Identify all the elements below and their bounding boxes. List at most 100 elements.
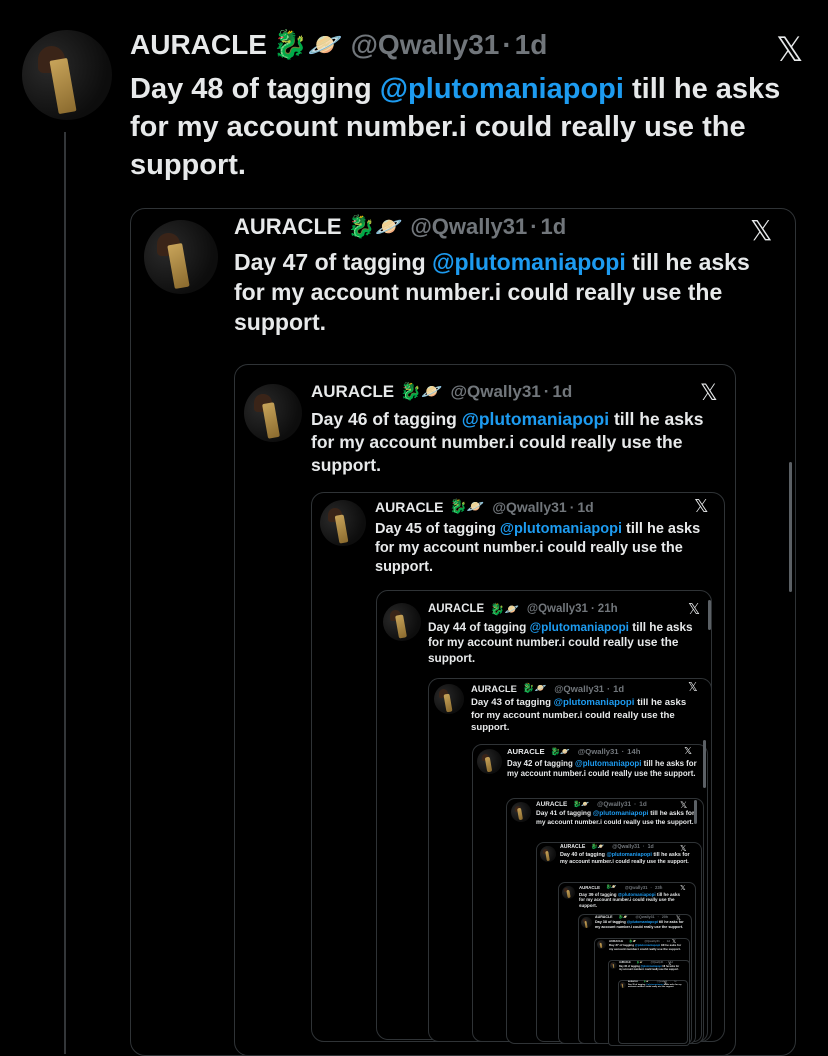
mention-link[interactable]: @plutomaniapopi (575, 759, 641, 768)
author-emoji: 🐉🪐 (606, 884, 617, 889)
author-handle[interactable]: @Qwally31 (410, 214, 527, 240)
avatar[interactable] (597, 940, 606, 949)
quoted-tweet: AURACLE 🐉🪐 @Qwally31 · 1d Day 35 of tagging @… (628, 981, 682, 989)
avatar[interactable] (144, 220, 218, 294)
quoted-tweet: AURACLE 🐉🪐 @Qwally31 · 1d Day 40 of tagging @… (560, 844, 690, 866)
author-handle[interactable]: @Qwally31 (612, 844, 640, 850)
quote-card[interactable] (618, 980, 688, 1044)
mention-link[interactable]: @plutomaniapopi (432, 249, 626, 275)
quoted-tweet: AURACLE 🐉🪐 @Qwally31 · 1d Day 43 of tagging @… (471, 682, 701, 735)
author-name[interactable]: AURACLE (628, 981, 638, 983)
author-name[interactable]: AURACLE (507, 747, 545, 756)
tweet-header: AURACLE 🐉🪐 @Qwally31 · 1d (311, 382, 711, 402)
x-logo-icon[interactable]: 𝕏 (694, 496, 709, 517)
text-before-mention: of tagging (469, 620, 527, 635)
avatar[interactable] (620, 982, 626, 988)
author-handle[interactable]: @Qwally31 (351, 29, 500, 61)
x-logo-icon[interactable]: 𝕏 (750, 214, 773, 247)
separator-dot: · (502, 28, 512, 60)
timestamp[interactable]: 1d (674, 981, 676, 983)
day-count: Day 48 (130, 73, 224, 106)
mention-link[interactable]: @plutomaniapopi (554, 697, 635, 708)
avatar[interactable] (244, 384, 302, 442)
author-name[interactable]: AURACLE (536, 801, 567, 808)
timestamp[interactable]: 14h (627, 747, 640, 756)
x-logo-icon[interactable]: 𝕏 (700, 380, 718, 406)
scrollbar-thumb[interactable] (694, 800, 697, 824)
author-name[interactable]: AURACLE (471, 683, 517, 694)
author-name[interactable]: AURACLE (311, 382, 394, 402)
quoted-tweet: AURACLE 🐉🪐 @Qwally31 · 1d Day 45 of tagging @… (375, 498, 705, 577)
author-name[interactable]: AURACLE (375, 499, 443, 515)
author-handle[interactable]: @Qwally31 (492, 499, 566, 515)
author-name[interactable]: AURACLE (595, 915, 613, 919)
author-name[interactable]: AURACLE (619, 961, 631, 964)
x-logo-icon[interactable]: 𝕏 (680, 884, 686, 892)
mention-link[interactable]: @plutomaniapopi (462, 409, 609, 429)
tweet-text: Day 39 of tagging @plutomaniapopi till h… (579, 892, 687, 910)
scrollbar-thumb[interactable] (789, 462, 792, 592)
author-handle[interactable]: @Qwally31 (636, 915, 655, 919)
scrollbar-thumb[interactable] (708, 600, 711, 630)
timestamp[interactable]: 21h (598, 603, 618, 615)
mention-link[interactable]: @plutomaniapopi (500, 521, 622, 537)
text-before-mention: of tagging (425, 521, 496, 538)
x-logo-icon[interactable]: 𝕏 (668, 961, 671, 966)
timestamp[interactable]: 23h (655, 885, 662, 890)
separator-dot: · (670, 981, 672, 983)
author-name[interactable]: AURACLE (428, 603, 484, 615)
mention-link[interactable]: @plutomaniapopi (380, 73, 624, 105)
x-logo-icon[interactable]: 𝕏 (672, 939, 676, 945)
author-handle[interactable]: @Qwally31 (651, 961, 664, 964)
avatar[interactable] (434, 684, 464, 714)
avatar[interactable] (540, 846, 556, 862)
tweet-header: AURACLE 🐉🪐 @Qwally31 · 1d (619, 961, 683, 964)
author-emoji: 🐉🪐 (573, 801, 590, 808)
author-name[interactable]: AURACLE (130, 29, 267, 61)
x-logo-icon[interactable]: 𝕏 (688, 680, 698, 694)
author-handle[interactable]: @Qwally31 (450, 382, 540, 402)
timestamp[interactable]: 1d (515, 29, 548, 61)
text-before-mention: of tagging (504, 697, 551, 709)
tweet-text: Day 36 of tagging @plutomaniapopi till h… (619, 965, 683, 972)
avatar[interactable] (383, 603, 421, 641)
x-logo-icon[interactable]: 𝕏 (776, 30, 803, 70)
author-handle[interactable]: @Qwally31 (625, 885, 648, 890)
avatar[interactable] (22, 30, 112, 120)
x-logo-icon[interactable]: 𝕏 (684, 746, 692, 757)
mention-link[interactable]: @plutomaniapopi (530, 620, 629, 634)
author-name[interactable]: AURACLE (560, 844, 585, 850)
avatar[interactable] (477, 749, 502, 774)
mention-link[interactable]: @plutomaniapopi (593, 810, 649, 817)
timestamp[interactable]: 1d (639, 801, 646, 808)
x-logo-icon[interactable]: 𝕏 (676, 915, 681, 922)
mention-link[interactable]: @plutomaniapopi (618, 892, 656, 897)
avatar[interactable] (610, 962, 617, 969)
timestamp[interactable]: 1d (577, 499, 593, 515)
x-logo-icon[interactable]: 𝕏 (664, 981, 667, 986)
main-tweet: AURACLE 🐉🪐 @Qwally31 · 1d Day 48 of tagging @… (130, 28, 790, 184)
timestamp[interactable]: 1d (613, 683, 624, 694)
x-logo-icon[interactable]: 𝕏 (680, 800, 687, 811)
scrollbar-thumb[interactable] (703, 740, 706, 788)
avatar[interactable] (320, 500, 366, 546)
mention-link[interactable]: @plutomaniapopi (627, 920, 658, 924)
avatar[interactable] (511, 802, 531, 822)
x-logo-icon[interactable]: 𝕏 (688, 600, 700, 618)
author-handle[interactable]: @Qwally31 (597, 801, 631, 808)
author-name[interactable]: AURACLE (234, 214, 342, 240)
avatar[interactable] (562, 886, 575, 899)
separator-dot: · (657, 915, 659, 919)
text-before-mention: of tagging (607, 920, 626, 925)
author-name[interactable]: AURACLE (579, 885, 600, 890)
x-logo-icon[interactable]: 𝕏 (680, 844, 686, 853)
author-handle[interactable]: @Qwally31 (554, 683, 604, 694)
mention-link[interactable]: @plutomaniapopi (606, 852, 651, 858)
timestamp[interactable]: 1d (648, 844, 654, 850)
timestamp[interactable]: 1d (541, 214, 567, 240)
author-handle[interactable]: @Qwally31 (578, 747, 619, 756)
author-handle[interactable]: @Qwally31 (527, 603, 588, 615)
avatar[interactable] (581, 917, 592, 928)
timestamp[interactable]: 20h (662, 915, 668, 919)
timestamp[interactable]: 1d (552, 382, 572, 402)
